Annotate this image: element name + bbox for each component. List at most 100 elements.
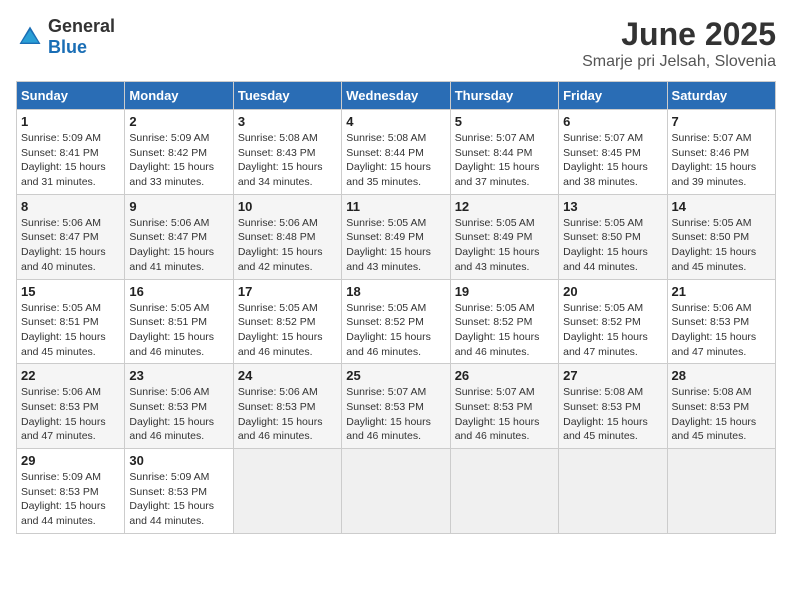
day-number: 23	[129, 368, 228, 383]
day-info: Sunrise: 5:09 AMSunset: 8:53 PMDaylight:…	[21, 470, 120, 529]
day-number: 22	[21, 368, 120, 383]
calendar-body: 1 Sunrise: 5:09 AMSunset: 8:41 PMDaylight…	[17, 110, 776, 534]
day-info: Sunrise: 5:07 AMSunset: 8:44 PMDaylight:…	[455, 131, 554, 190]
day-info: Sunrise: 5:05 AMSunset: 8:51 PMDaylight:…	[21, 301, 120, 360]
day-number: 21	[672, 284, 771, 299]
day-header-friday: Friday	[559, 82, 667, 110]
day-number: 6	[563, 114, 662, 129]
calendar-week-1: 1 Sunrise: 5:09 AMSunset: 8:41 PMDaylight…	[17, 110, 776, 195]
day-number: 24	[238, 368, 337, 383]
calendar: SundayMondayTuesdayWednesdayThursdayFrid…	[16, 81, 776, 534]
day-number: 10	[238, 199, 337, 214]
calendar-cell: 22 Sunrise: 5:06 AMSunset: 8:53 PMDayligh…	[17, 364, 125, 449]
day-info: Sunrise: 5:08 AMSunset: 8:44 PMDaylight:…	[346, 131, 445, 190]
day-number: 30	[129, 453, 228, 468]
day-header-monday: Monday	[125, 82, 233, 110]
day-info: Sunrise: 5:06 AMSunset: 8:47 PMDaylight:…	[21, 216, 120, 275]
day-info: Sunrise: 5:05 AMSunset: 8:50 PMDaylight:…	[563, 216, 662, 275]
logo-text: General Blue	[48, 16, 115, 58]
calendar-week-4: 22 Sunrise: 5:06 AMSunset: 8:53 PMDayligh…	[17, 364, 776, 449]
day-info: Sunrise: 5:05 AMSunset: 8:52 PMDaylight:…	[563, 301, 662, 360]
calendar-cell: 11 Sunrise: 5:05 AMSunset: 8:49 PMDayligh…	[342, 194, 450, 279]
day-number: 7	[672, 114, 771, 129]
header: General Blue June 2025 Smarje pri Jelsah…	[16, 16, 776, 71]
calendar-cell: 6 Sunrise: 5:07 AMSunset: 8:45 PMDaylight…	[559, 110, 667, 195]
day-number: 13	[563, 199, 662, 214]
calendar-cell	[559, 449, 667, 534]
day-info: Sunrise: 5:07 AMSunset: 8:45 PMDaylight:…	[563, 131, 662, 190]
day-number: 8	[21, 199, 120, 214]
day-number: 18	[346, 284, 445, 299]
day-number: 3	[238, 114, 337, 129]
calendar-cell: 13 Sunrise: 5:05 AMSunset: 8:50 PMDayligh…	[559, 194, 667, 279]
day-number: 20	[563, 284, 662, 299]
calendar-cell: 23 Sunrise: 5:06 AMSunset: 8:53 PMDayligh…	[125, 364, 233, 449]
day-header-tuesday: Tuesday	[233, 82, 341, 110]
title-area: June 2025 Smarje pri Jelsah, Slovenia	[582, 16, 776, 71]
calendar-cell: 9Sunrise: 5:06 AMSunset: 8:47 PMDaylight…	[125, 194, 233, 279]
calendar-week-2: 8 Sunrise: 5:06 AMSunset: 8:47 PMDaylight…	[17, 194, 776, 279]
location-title: Smarje pri Jelsah, Slovenia	[582, 53, 776, 71]
day-number: 16	[129, 284, 228, 299]
calendar-cell: 29 Sunrise: 5:09 AMSunset: 8:53 PMDayligh…	[17, 449, 125, 534]
calendar-cell: 26 Sunrise: 5:07 AMSunset: 8:53 PMDayligh…	[450, 364, 558, 449]
day-number: 5	[455, 114, 554, 129]
day-header-wednesday: Wednesday	[342, 82, 450, 110]
day-number: 27	[563, 368, 662, 383]
calendar-cell	[667, 449, 775, 534]
day-info: Sunrise: 5:06 AMSunset: 8:53 PMDaylight:…	[129, 385, 228, 444]
day-number: 4	[346, 114, 445, 129]
logo-general: General	[48, 16, 115, 36]
day-info: Sunrise: 5:06 AMSunset: 8:53 PMDaylight:…	[672, 301, 771, 360]
calendar-cell: 5 Sunrise: 5:07 AMSunset: 8:44 PMDaylight…	[450, 110, 558, 195]
calendar-cell: 14Sunrise: 5:05 AMSunset: 8:50 PMDayligh…	[667, 194, 775, 279]
calendar-cell: 15Sunrise: 5:05 AMSunset: 8:51 PMDayligh…	[17, 279, 125, 364]
day-header-sunday: Sunday	[17, 82, 125, 110]
day-number: 25	[346, 368, 445, 383]
calendar-cell: 19Sunrise: 5:05 AMSunset: 8:52 PMDayligh…	[450, 279, 558, 364]
logo-blue: Blue	[48, 37, 87, 57]
day-number: 28	[672, 368, 771, 383]
day-info: Sunrise: 5:06 AMSunset: 8:53 PMDaylight:…	[21, 385, 120, 444]
day-info: Sunrise: 5:05 AMSunset: 8:50 PMDaylight:…	[672, 216, 771, 275]
calendar-cell: 24Sunrise: 5:06 AMSunset: 8:53 PMDayligh…	[233, 364, 341, 449]
day-info: Sunrise: 5:08 AMSunset: 8:43 PMDaylight:…	[238, 131, 337, 190]
day-number: 29	[21, 453, 120, 468]
day-info: Sunrise: 5:05 AMSunset: 8:52 PMDaylight:…	[346, 301, 445, 360]
day-info: Sunrise: 5:08 AMSunset: 8:53 PMDaylight:…	[563, 385, 662, 444]
day-number: 2	[129, 114, 228, 129]
calendar-week-3: 15Sunrise: 5:05 AMSunset: 8:51 PMDayligh…	[17, 279, 776, 364]
day-info: Sunrise: 5:05 AMSunset: 8:49 PMDaylight:…	[346, 216, 445, 275]
day-number: 26	[455, 368, 554, 383]
day-number: 11	[346, 199, 445, 214]
day-info: Sunrise: 5:07 AMSunset: 8:46 PMDaylight:…	[672, 131, 771, 190]
calendar-week-5: 29 Sunrise: 5:09 AMSunset: 8:53 PMDayligh…	[17, 449, 776, 534]
day-info: Sunrise: 5:05 AMSunset: 8:52 PMDaylight:…	[455, 301, 554, 360]
logo-icon	[16, 23, 44, 51]
day-number: 12	[455, 199, 554, 214]
day-info: Sunrise: 5:08 AMSunset: 8:53 PMDaylight:…	[672, 385, 771, 444]
calendar-cell: 12Sunrise: 5:05 AMSunset: 8:49 PMDayligh…	[450, 194, 558, 279]
day-info: Sunrise: 5:07 AMSunset: 8:53 PMDaylight:…	[346, 385, 445, 444]
calendar-cell: 27 Sunrise: 5:08 AMSunset: 8:53 PMDayligh…	[559, 364, 667, 449]
calendar-cell: 30 Sunrise: 5:09 AMSunset: 8:53 PMDayligh…	[125, 449, 233, 534]
calendar-cell: 8 Sunrise: 5:06 AMSunset: 8:47 PMDaylight…	[17, 194, 125, 279]
month-title: June 2025	[582, 16, 776, 53]
day-info: Sunrise: 5:07 AMSunset: 8:53 PMDaylight:…	[455, 385, 554, 444]
day-number: 9	[129, 199, 228, 214]
calendar-header-row: SundayMondayTuesdayWednesdayThursdayFrid…	[17, 82, 776, 110]
calendar-cell: 2Sunrise: 5:09 AMSunset: 8:42 PMDaylight…	[125, 110, 233, 195]
calendar-cell: 20 Sunrise: 5:05 AMSunset: 8:52 PMDayligh…	[559, 279, 667, 364]
calendar-cell: 7 Sunrise: 5:07 AMSunset: 8:46 PMDaylight…	[667, 110, 775, 195]
calendar-cell: 25 Sunrise: 5:07 AMSunset: 8:53 PMDayligh…	[342, 364, 450, 449]
day-info: Sunrise: 5:09 AMSunset: 8:53 PMDaylight:…	[129, 470, 228, 529]
day-info: Sunrise: 5:09 AMSunset: 8:41 PMDaylight:…	[21, 131, 120, 190]
calendar-cell: 18 Sunrise: 5:05 AMSunset: 8:52 PMDayligh…	[342, 279, 450, 364]
calendar-cell	[233, 449, 341, 534]
calendar-cell: 21 Sunrise: 5:06 AMSunset: 8:53 PMDayligh…	[667, 279, 775, 364]
day-header-saturday: Saturday	[667, 82, 775, 110]
calendar-cell	[450, 449, 558, 534]
day-number: 1	[21, 114, 120, 129]
day-info: Sunrise: 5:05 AMSunset: 8:52 PMDaylight:…	[238, 301, 337, 360]
day-info: Sunrise: 5:05 AMSunset: 8:51 PMDaylight:…	[129, 301, 228, 360]
